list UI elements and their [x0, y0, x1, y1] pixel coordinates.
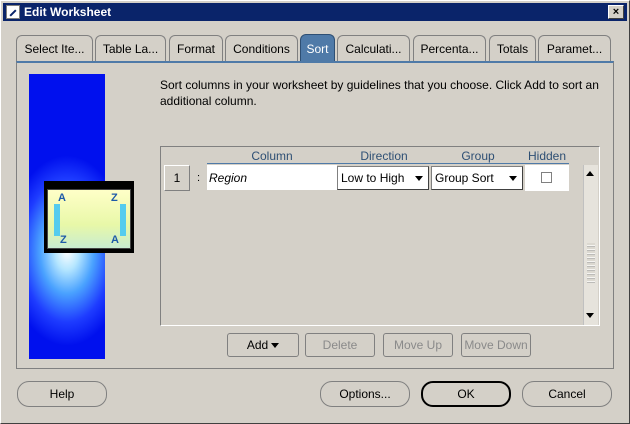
direction-select[interactable]: Low to High	[337, 166, 429, 190]
edit-worksheet-dialog: Edit Worksheet × Select Ite... Table La.…	[0, 0, 630, 424]
header-column: Column	[207, 149, 337, 164]
header-group: Group	[431, 149, 525, 164]
delete-button[interactable]: Delete	[305, 333, 375, 357]
chevron-down-icon	[271, 342, 280, 348]
tab-table-layout[interactable]: Table La...	[95, 35, 166, 62]
window-title: Edit Worksheet	[24, 5, 112, 19]
header-direction: Direction	[337, 149, 431, 164]
chevron-down-icon	[509, 176, 517, 181]
chevron-down-icon	[415, 176, 423, 181]
app-icon	[6, 5, 20, 19]
title-bar: Edit Worksheet ×	[3, 3, 627, 21]
group-value: Group Sort	[435, 171, 494, 185]
sort-down-arrow-icon	[54, 204, 60, 236]
add-button[interactable]: Add	[227, 333, 299, 357]
tab-percentages[interactable]: Percenta...	[413, 35, 486, 62]
direction-value: Low to High	[341, 171, 405, 185]
tab-format[interactable]: Format	[169, 35, 223, 62]
scroll-up-arrow-icon[interactable]	[586, 171, 594, 176]
row-number[interactable]: 1	[164, 165, 190, 191]
tab-totals[interactable]: Totals	[489, 35, 536, 62]
move-down-button[interactable]: Move Down	[461, 333, 531, 357]
vertical-scrollbar[interactable]	[583, 165, 598, 325]
sort-letter-z-top: Z	[111, 192, 118, 204]
ok-button[interactable]: OK	[421, 381, 511, 407]
column-cell[interactable]: Region	[207, 165, 337, 191]
sort-grid: Column Direction Group Hidden 1 : Region…	[160, 146, 600, 326]
tab-conditions[interactable]: Conditions	[225, 35, 298, 62]
close-button[interactable]: ×	[608, 5, 624, 19]
sort-graphic: A Z Z A	[44, 181, 134, 253]
move-up-button[interactable]: Move Up	[383, 333, 453, 357]
add-button-label: Add	[246, 338, 269, 352]
help-button[interactable]: Help	[17, 381, 107, 407]
sort-letter-a-bottom: A	[111, 234, 119, 246]
sort-description: Sort columns in your worksheet by guidel…	[160, 78, 599, 108]
scroll-down-arrow-icon[interactable]	[586, 313, 594, 318]
hidden-checkbox[interactable]	[541, 172, 552, 183]
options-button[interactable]: Options...	[320, 381, 410, 407]
sort-letter-z-bottom: Z	[60, 234, 67, 246]
sort-graphic-sheet: A Z Z A	[47, 189, 131, 249]
group-select[interactable]: Group Sort	[431, 166, 523, 190]
tab-select-items[interactable]: Select Ite...	[16, 35, 93, 62]
row-marker: :	[196, 172, 201, 184]
tab-parameters[interactable]: Paramet...	[538, 35, 611, 62]
sort-letter-a-top: A	[58, 192, 66, 204]
tab-sort[interactable]: Sort	[300, 34, 335, 62]
hidden-cell	[525, 165, 569, 191]
scroll-grip[interactable]	[587, 243, 595, 283]
header-hidden: Hidden	[525, 149, 569, 164]
cancel-button[interactable]: Cancel	[522, 381, 612, 407]
tab-calculations[interactable]: Calculati...	[337, 35, 410, 62]
sort-up-arrow-icon	[120, 204, 126, 236]
